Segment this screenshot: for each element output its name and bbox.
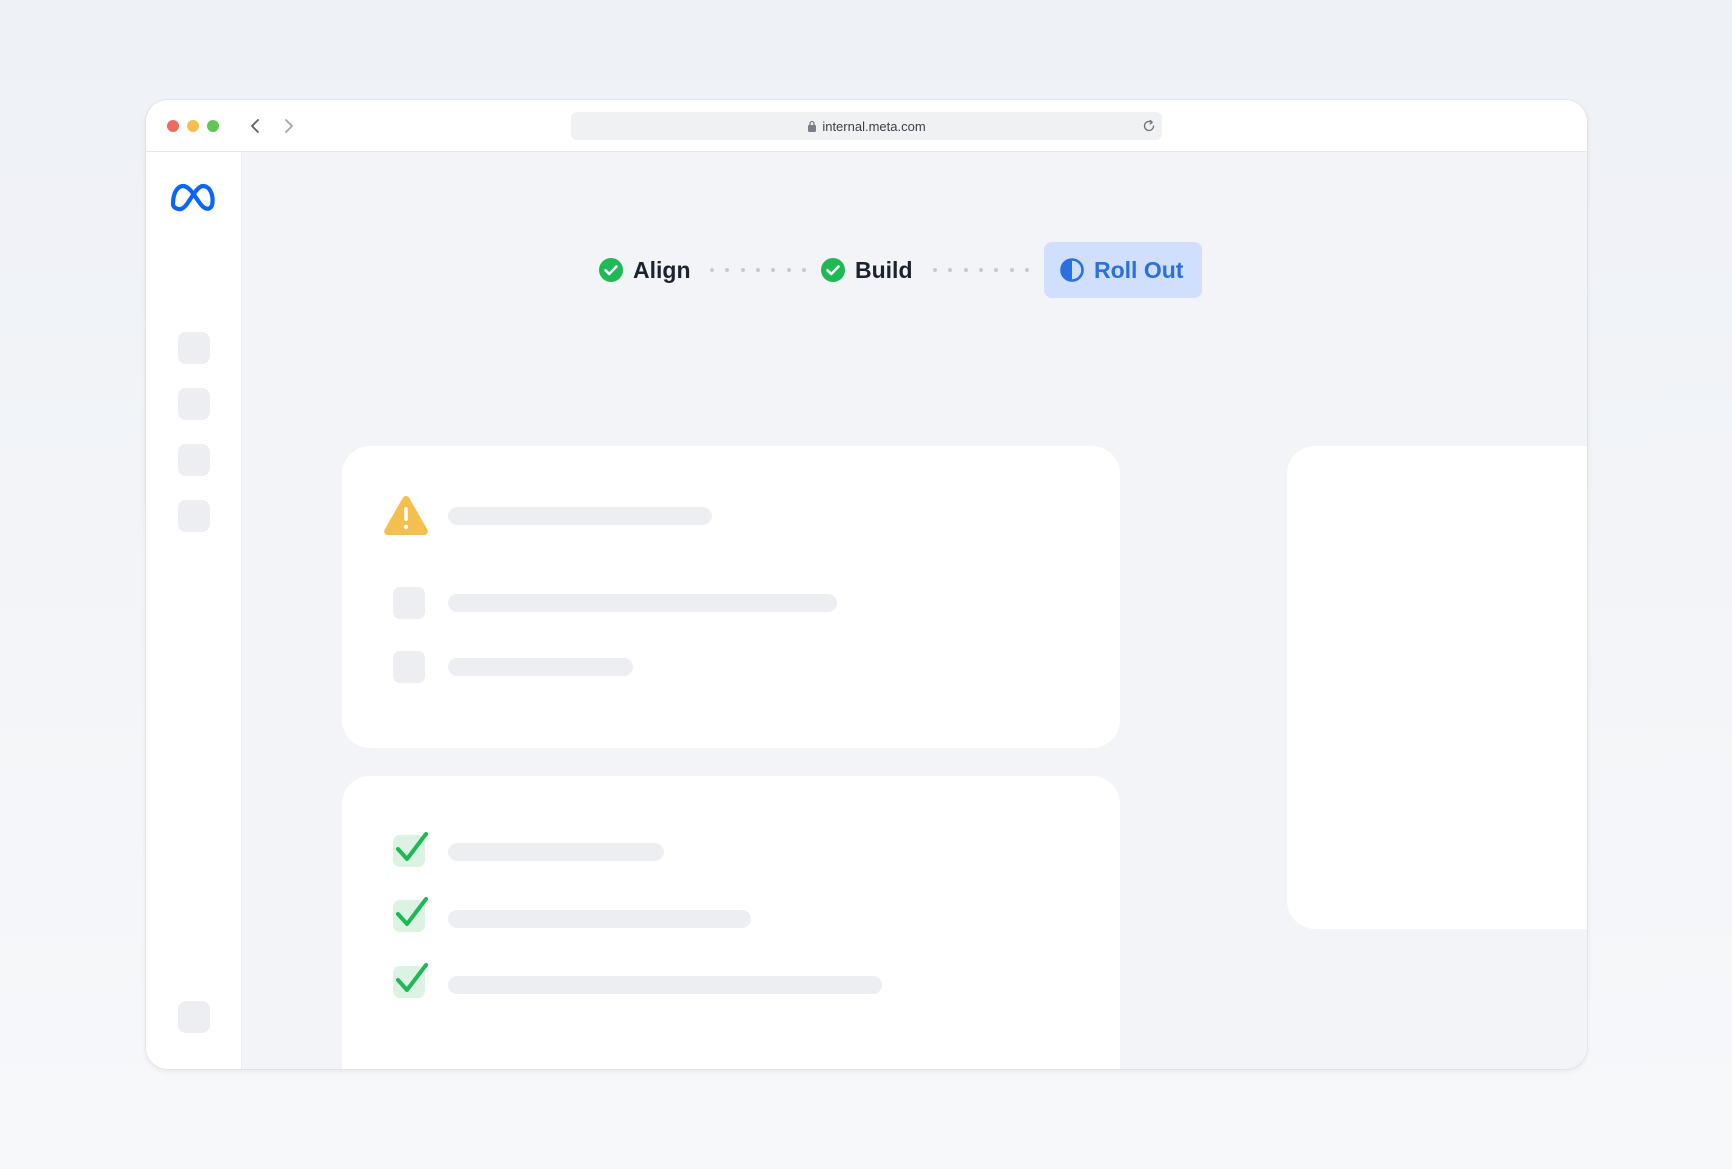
step-label: Roll Out (1094, 256, 1184, 283)
sidebar (146, 152, 242, 1069)
checkbox-checked[interactable] (393, 832, 428, 867)
browser-titlebar: internal.meta.com (146, 100, 1587, 152)
check-icon (396, 897, 428, 926)
checkbox-checked[interactable] (393, 963, 428, 998)
check-circle-icon (821, 258, 845, 282)
reload-icon[interactable] (1142, 119, 1156, 133)
step-align[interactable]: Align (599, 242, 691, 298)
placeholder-text (448, 658, 633, 676)
sidebar-item[interactable] (178, 332, 210, 364)
lock-icon (808, 120, 817, 132)
sidebar-item-bottom[interactable] (178, 1001, 210, 1033)
checkbox[interactable] (393, 587, 425, 619)
placeholder-text (448, 843, 664, 861)
step-connector (710, 268, 806, 272)
address-bar-url: internal.meta.com (822, 118, 926, 134)
sidebar-item[interactable] (178, 388, 210, 420)
side-panel-card (1287, 446, 1587, 929)
check-icon (396, 963, 428, 992)
warning-icon (384, 496, 428, 535)
chevron-left-icon[interactable] (244, 114, 268, 138)
sidebar-item[interactable] (178, 500, 210, 532)
step-connector (933, 268, 1029, 272)
checklist-card (342, 776, 1120, 1069)
browser-window: internal.meta.com Align Build Roll Out (146, 100, 1587, 1069)
checkbox-checked[interactable] (393, 897, 428, 932)
close-window-button[interactable] (167, 120, 179, 132)
step-build[interactable]: Build (821, 242, 913, 298)
progress-stepper: Align Build Roll Out (242, 242, 1587, 298)
placeholder-text (448, 507, 712, 525)
half-circle-icon (1060, 258, 1084, 282)
meta-logo[interactable] (168, 180, 218, 214)
checkbox[interactable] (393, 651, 425, 683)
address-bar[interactable]: internal.meta.com (571, 112, 1162, 140)
step-label: Align (633, 256, 691, 283)
check-circle-icon (599, 258, 623, 282)
placeholder-text (448, 910, 751, 928)
sidebar-item[interactable] (178, 444, 210, 476)
check-icon (396, 832, 428, 861)
step-label: Build (855, 256, 913, 283)
placeholder-text (448, 976, 882, 994)
step-roll-out[interactable]: Roll Out (1044, 242, 1202, 298)
placeholder-text (448, 594, 837, 612)
maximize-window-button[interactable] (207, 120, 219, 132)
warning-card (342, 446, 1120, 748)
main-content: Align Build Roll Out (242, 152, 1587, 1069)
minimize-window-button[interactable] (187, 120, 199, 132)
chevron-right-icon[interactable] (276, 114, 300, 138)
